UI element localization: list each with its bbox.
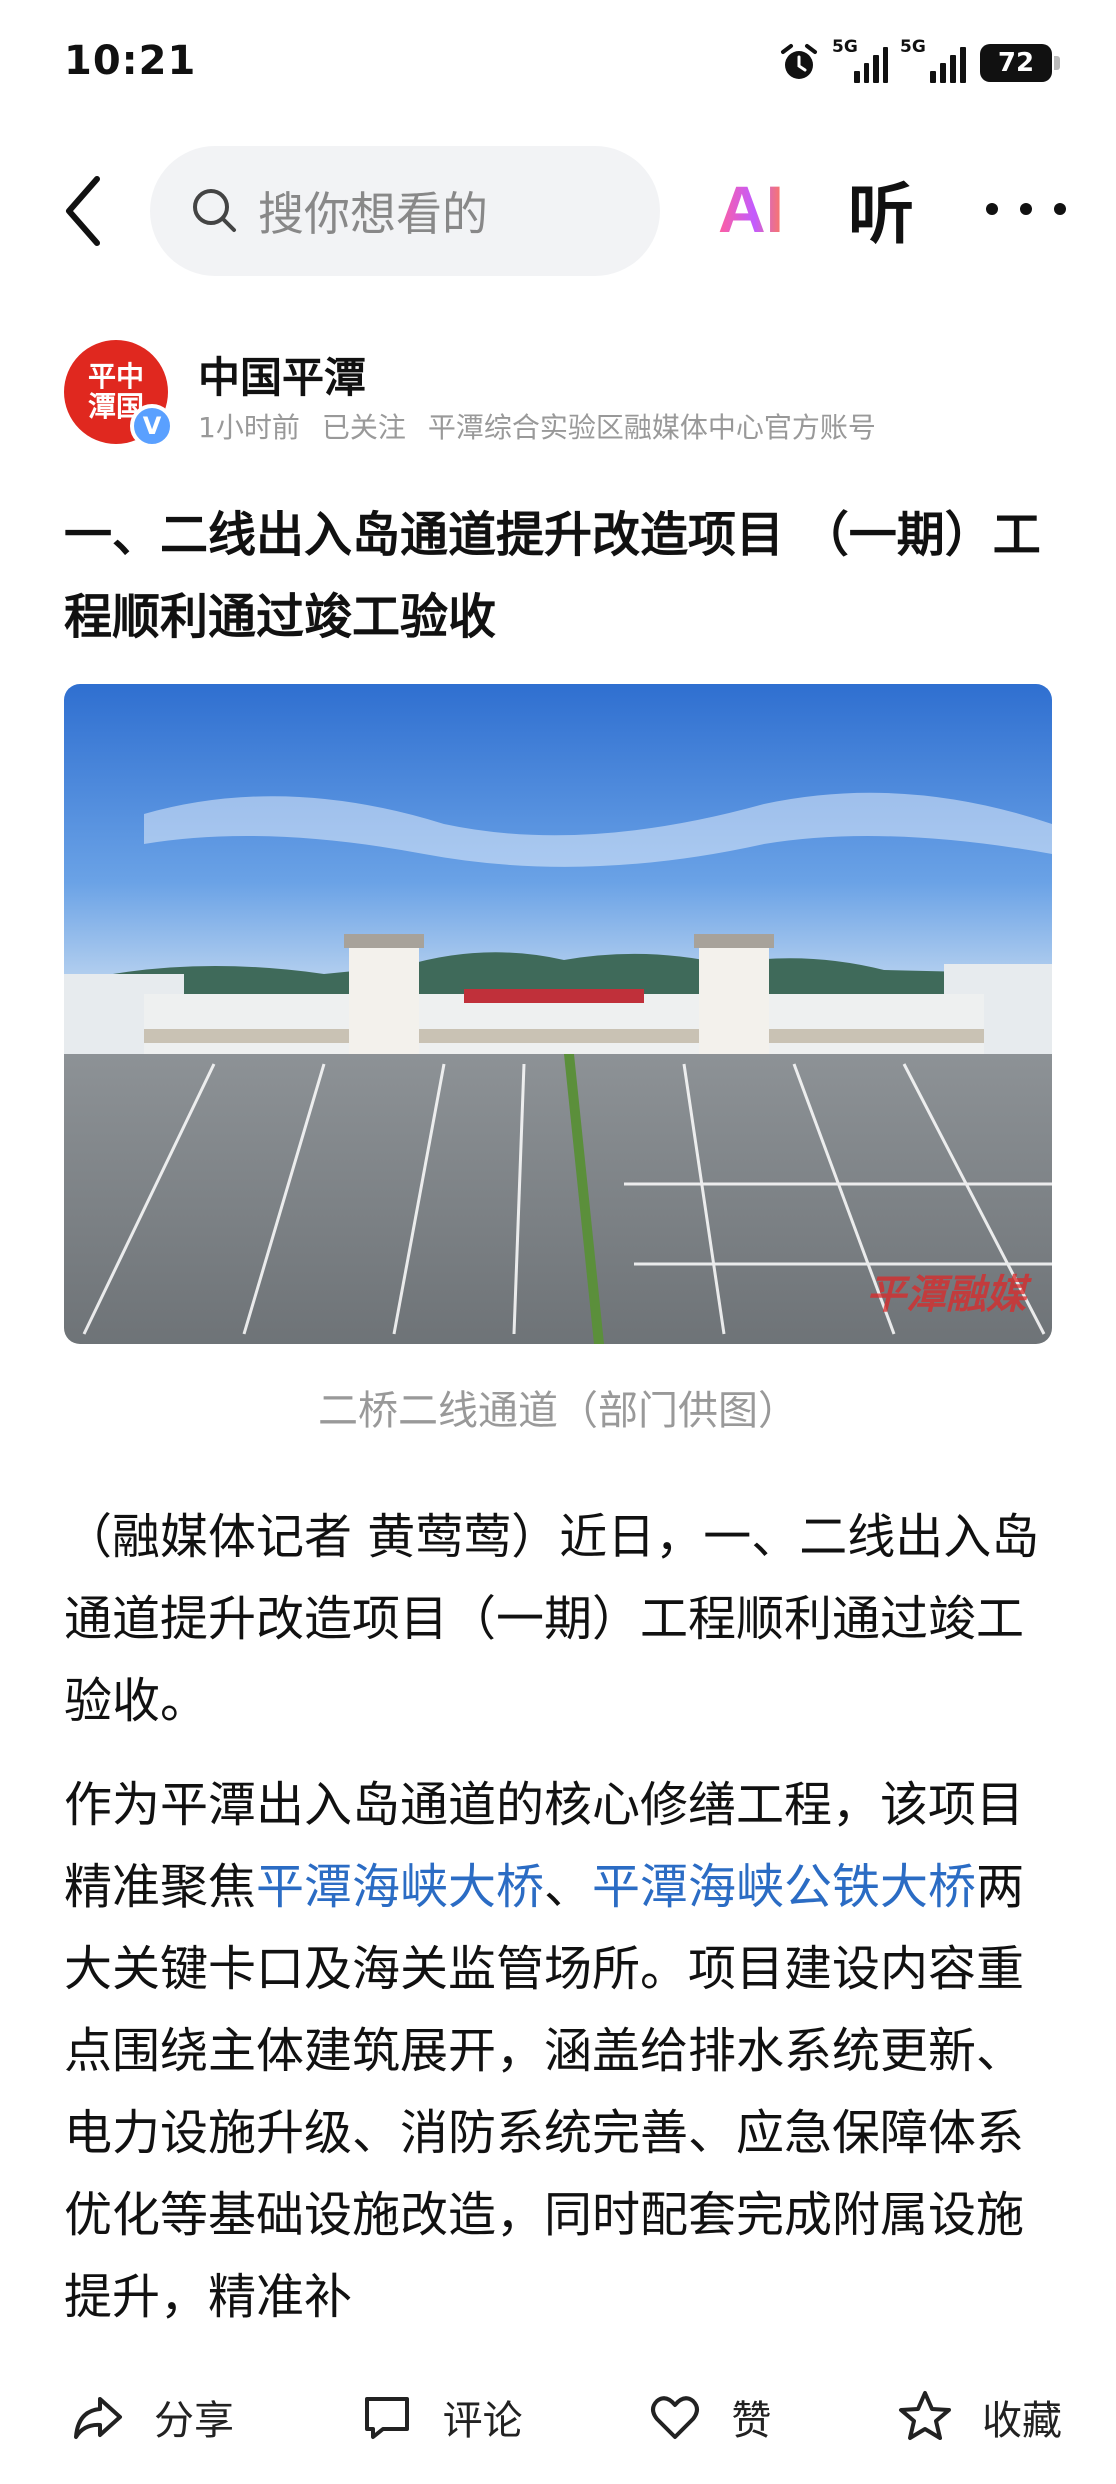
paragraph-text: 两大关键卡口及海关监管场所。项目建设内容重点围绕主体建筑展开，涵盖给排水系统更新… [64, 1859, 1025, 2325]
star-icon [898, 2391, 951, 2440]
publish-time: 1小时前 [198, 411, 300, 444]
more-dot-icon [986, 203, 998, 215]
toll-plaza-image [64, 684, 1052, 1344]
search-icon [193, 189, 236, 232]
cellular-signal-icon: 5G [832, 37, 888, 83]
follow-status[interactable]: 已关注 [322, 406, 406, 446]
status-time: 10:21 [64, 38, 197, 84]
top-nav: 搜你想看的 AI 听 [0, 140, 1116, 280]
photo-watermark: 平潭融媒 [866, 1272, 1026, 1318]
link-pingtan-strait-bridge[interactable]: 平潭海峡大桥 [256, 1859, 544, 1915]
author-description: 平潭综合实验区融媒体中心官方账号 [427, 411, 876, 444]
cellular-signal-icon-2: 5G [900, 37, 966, 83]
search-placeholder: 搜你想看的 [258, 187, 488, 241]
heart-icon [651, 2396, 700, 2439]
comment-label: 评论 [442, 2398, 523, 2444]
ai-button[interactable]: AI [718, 164, 784, 254]
photo-caption: 二桥二线通道（部门供图） [318, 1388, 798, 1434]
listen-button[interactable]: 听 [848, 164, 914, 254]
author-meta: 1小时前 已关注 平潭综合实验区融媒体中心官方账号 [198, 406, 876, 446]
comment-icon [364, 2397, 409, 2439]
share-icon [74, 2397, 122, 2439]
like-label: 赞 [731, 2398, 772, 2444]
more-dot-icon [1020, 203, 1032, 215]
search-bar[interactable]: 搜你想看的 [150, 146, 660, 276]
status-icons: 5G 5G 72 [778, 37, 1060, 88]
paragraph-text: 、 [544, 1859, 593, 1915]
link-pingtan-rail-bridge[interactable]: 平潭海峡公铁大桥 [592, 1859, 976, 1915]
share-button[interactable]: 分享 [70, 2377, 234, 2457]
article-photo[interactable]: 平潭融媒 [64, 684, 1052, 1344]
author-row: 平中潭国 V 中国平潭 1小时前 已关注 平潭综合实验区融媒体中心官方账号 [64, 340, 1064, 450]
favorite-button[interactable]: 收藏 [896, 2377, 1062, 2457]
article-paragraph-1: （融媒体记者 黄莺莺）近日，一、二线出入岛通道提升改造项目（一期）工程顺利通过竣… [64, 1509, 1040, 1729]
alarm-icon [781, 44, 817, 79]
more-options-button[interactable] [986, 164, 1066, 254]
back-button[interactable] [48, 166, 118, 256]
favorite-label: 收藏 [981, 2398, 1062, 2444]
author-name[interactable]: 中国平潭 [198, 344, 366, 405]
battery-level: 72 [997, 48, 1035, 78]
more-dot-icon [1054, 203, 1066, 215]
bottom-action-bar: 分享 评论 赞 收藏 [0, 2350, 1116, 2484]
battery-icon: 72 [980, 44, 1060, 82]
like-button[interactable]: 赞 [647, 2377, 771, 2457]
article-paragraph-2: 作为平潭出入岛通道的核心修缮工程，该项目精准聚焦平潭海峡大桥、平潭海峡公铁大桥两… [64, 1764, 1054, 2338]
article-title: 一、二线出入岛通道提升改造项目 （一期）工程顺利通过竣工验收 [64, 507, 1041, 645]
status-bar: 10:21 5G 5G 72 [0, 0, 1116, 130]
comment-button[interactable]: 评论 [359, 2377, 523, 2457]
verified-badge-icon: V [130, 404, 174, 448]
back-arrow-icon [66, 176, 100, 246]
share-label: 分享 [154, 2398, 234, 2444]
